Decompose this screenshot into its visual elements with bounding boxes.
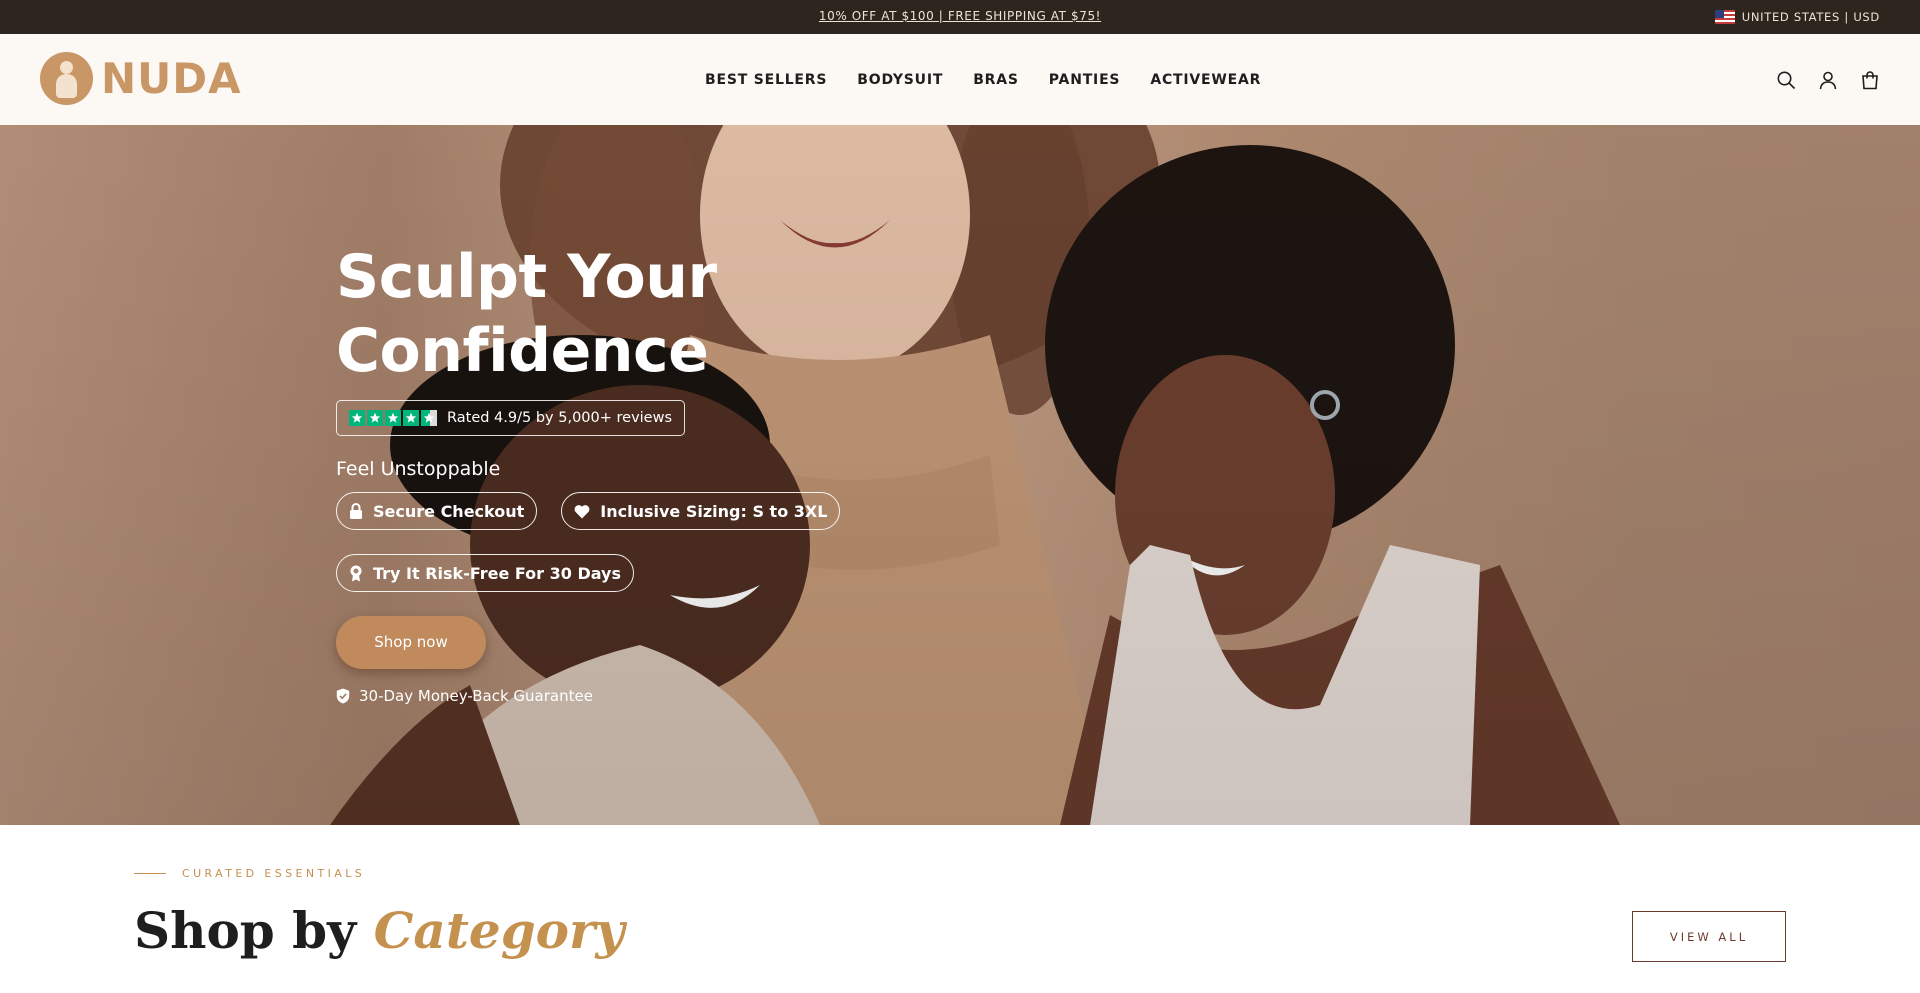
nav-item-bodysuit[interactable]: BODYSUIT xyxy=(857,72,943,88)
shield-check-icon xyxy=(336,688,350,704)
hero-banner: Sculpt Your Confidence Rated 4.9/5 by 5,… xyxy=(0,125,1920,825)
badge-label: Try It Risk-Free For 30 Days xyxy=(373,563,622,583)
badge-label: Inclusive Sizing: S to 3XL xyxy=(600,501,828,521)
nav-item-activewear[interactable]: ACTIVEWEAR xyxy=(1150,72,1261,88)
award-icon xyxy=(350,565,362,581)
shop-now-button[interactable]: Shop now xyxy=(336,616,486,669)
view-all-button[interactable]: VIEW ALL xyxy=(1632,911,1786,962)
hero-title-line1: Sculpt Your xyxy=(336,242,717,312)
section-eyebrow: CURATED ESSENTIALS xyxy=(134,867,365,880)
eyebrow-text: CURATED ESSENTIALS xyxy=(182,867,366,880)
nav-item-panties[interactable]: PANTIES xyxy=(1049,72,1121,88)
badge-label: Secure Checkout xyxy=(373,501,525,521)
section-title-plain: Shop by xyxy=(134,901,357,960)
announcement-bar: 10% OFF AT $100 | FREE SHIPPING AT $75! … xyxy=(0,0,1920,34)
hero-overlay xyxy=(0,125,1920,825)
search-icon[interactable] xyxy=(1776,70,1796,90)
account-icon[interactable] xyxy=(1818,70,1838,90)
category-section: CURATED ESSENTIALS Shop by Category VIEW… xyxy=(0,825,1920,993)
nav-item-bras[interactable]: BRAS xyxy=(973,72,1019,88)
rating-badge[interactable]: Rated 4.9/5 by 5,000+ reviews xyxy=(336,400,686,436)
badge-inclusive-sizing: Inclusive Sizing: S to 3XL xyxy=(561,492,841,530)
locale-label: UNITED STATES | USD xyxy=(1741,10,1880,24)
header-actions xyxy=(1776,34,1880,125)
hero-subtitle: Feel Unstoppable xyxy=(336,458,501,480)
main-nav: BEST SELLERS BODYSUIT BRAS PANTIES ACTIV… xyxy=(705,34,1261,125)
badge-risk-free: Try It Risk-Free For 30 Days xyxy=(336,554,635,592)
logo-mark-icon xyxy=(40,52,93,105)
cart-icon[interactable] xyxy=(1860,70,1880,90)
rating-text: Rated 4.9/5 by 5,000+ reviews xyxy=(447,410,673,426)
locale-selector[interactable]: UNITED STATES | USD xyxy=(1714,0,1880,34)
promo-link[interactable]: 10% OFF AT $100 | FREE SHIPPING AT $75! xyxy=(0,0,1920,34)
guarantee-text: 30-Day Money-Back Guarantee xyxy=(359,687,593,705)
trust-badges: Secure Checkout Inclusive Sizing: S to 3… xyxy=(336,492,896,592)
site-header: NUDA BEST SELLERS BODYSUIT BRAS PANTIES … xyxy=(0,34,1920,125)
hero-title: Sculpt Your Confidence xyxy=(336,240,896,388)
section-title: Shop by Category xyxy=(134,901,624,960)
badge-secure-checkout: Secure Checkout xyxy=(336,492,538,530)
eyebrow-rule xyxy=(134,873,166,874)
section-title-accent: Category xyxy=(373,901,625,960)
hero-title-line2: Confidence xyxy=(336,316,709,386)
us-flag-icon xyxy=(1714,10,1735,24)
logo-wordmark: NUDA xyxy=(101,53,242,103)
logo[interactable]: NUDA xyxy=(40,52,242,105)
trustpilot-stars-icon xyxy=(349,410,437,426)
hero-content: Sculpt Your Confidence Rated 4.9/5 by 5,… xyxy=(336,240,896,705)
nav-item-best-sellers[interactable]: BEST SELLERS xyxy=(705,72,827,88)
lock-icon xyxy=(350,503,362,519)
heart-icon xyxy=(574,504,590,518)
guarantee-note: 30-Day Money-Back Guarantee xyxy=(336,687,896,705)
